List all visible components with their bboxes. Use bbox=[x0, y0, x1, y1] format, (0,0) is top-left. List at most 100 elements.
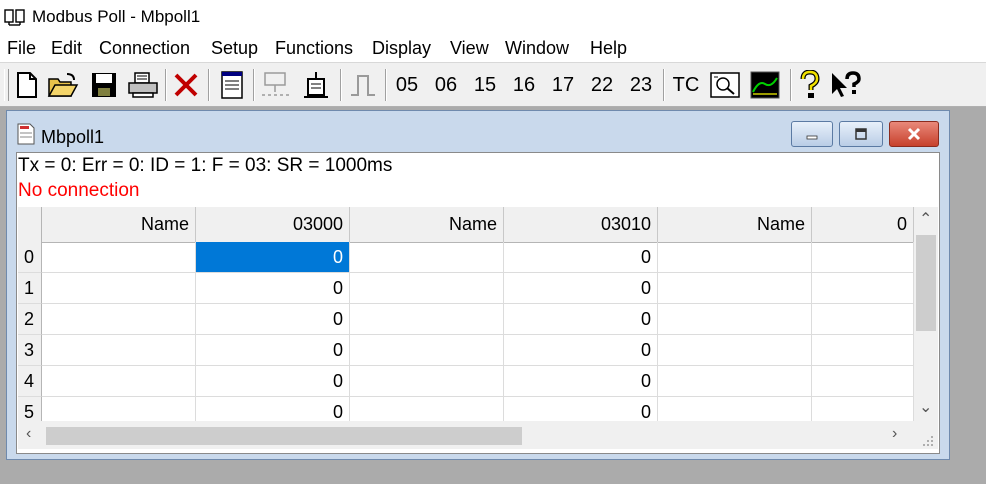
name-cell[interactable] bbox=[42, 304, 196, 335]
grid-corner-header[interactable] bbox=[18, 207, 42, 242]
function-15-button[interactable]: 15 bbox=[468, 67, 502, 103]
value-cell[interactable]: 0 bbox=[196, 304, 350, 335]
name-cell[interactable] bbox=[42, 242, 196, 273]
print-button[interactable] bbox=[126, 67, 160, 103]
value-cell[interactable] bbox=[812, 273, 914, 304]
row-header[interactable]: 3 bbox=[18, 335, 42, 366]
value-cell[interactable]: 0 bbox=[504, 335, 658, 366]
column-header-address[interactable]: 03010 bbox=[504, 207, 658, 242]
modbus-app-icon bbox=[4, 9, 25, 26]
value-cell[interactable] bbox=[812, 242, 914, 273]
value-cell[interactable]: 0 bbox=[504, 273, 658, 304]
function-05-button[interactable]: 05 bbox=[390, 67, 424, 103]
menu-window[interactable]: Window bbox=[505, 38, 569, 59]
open-button[interactable] bbox=[46, 67, 80, 103]
row-header[interactable]: 0 bbox=[18, 242, 42, 273]
question-mark-icon bbox=[800, 70, 820, 98]
value-cell[interactable] bbox=[812, 335, 914, 366]
resize-grip[interactable] bbox=[914, 421, 938, 449]
value-cell-selected[interactable]: 0 bbox=[196, 242, 350, 273]
tc-button[interactable]: TC bbox=[668, 67, 704, 103]
save-button[interactable] bbox=[88, 67, 120, 103]
menu-display[interactable]: Display bbox=[372, 38, 431, 59]
close-button[interactable] bbox=[889, 121, 939, 147]
name-cell[interactable] bbox=[658, 366, 812, 397]
single-read-button[interactable] bbox=[346, 67, 380, 103]
scroll-right-icon[interactable]: › bbox=[892, 425, 897, 443]
menu-functions[interactable]: Functions bbox=[275, 38, 353, 59]
value-cell[interactable]: 0 bbox=[196, 273, 350, 304]
horizontal-scroll-thumb[interactable] bbox=[46, 427, 522, 445]
connect-button[interactable] bbox=[258, 67, 296, 103]
function-17-button[interactable]: 17 bbox=[546, 67, 580, 103]
name-cell[interactable] bbox=[42, 366, 196, 397]
function-16-button[interactable]: 16 bbox=[507, 67, 541, 103]
name-cell[interactable] bbox=[42, 335, 196, 366]
value-cell[interactable]: 0 bbox=[504, 366, 658, 397]
name-cell[interactable] bbox=[350, 304, 504, 335]
child-title: Mbpoll1 bbox=[41, 127, 105, 147]
value-cell[interactable]: 0 bbox=[504, 242, 658, 273]
communication-traffic-button[interactable] bbox=[706, 67, 744, 103]
register-grid[interactable]: Name 03000 Name 03010 Name 0 0 0 0 1 0 0… bbox=[18, 207, 938, 452]
menu-file[interactable]: File bbox=[7, 38, 36, 59]
value-cell[interactable]: 0 bbox=[196, 366, 350, 397]
horizontal-scrollbar[interactable]: ‹ › bbox=[18, 421, 914, 449]
vertical-scroll-thumb[interactable] bbox=[916, 235, 936, 331]
table-row: 0 0 0 bbox=[18, 242, 914, 273]
name-cell[interactable] bbox=[350, 366, 504, 397]
disconnect-button[interactable] bbox=[298, 67, 334, 103]
toolbar-grip[interactable] bbox=[4, 69, 9, 101]
printer-icon bbox=[128, 72, 158, 98]
column-header-address[interactable]: 0 bbox=[812, 207, 914, 242]
value-cell[interactable]: 0 bbox=[196, 335, 350, 366]
value-cell[interactable] bbox=[812, 304, 914, 335]
vertical-scrollbar[interactable]: ⌃ ⌄ bbox=[914, 207, 938, 421]
scroll-up-icon[interactable]: ⌃ bbox=[919, 209, 932, 229]
size-grip-icon bbox=[923, 436, 933, 446]
menu-setup[interactable]: Setup bbox=[211, 38, 258, 59]
chart-button[interactable] bbox=[746, 67, 784, 103]
function-23-button[interactable]: 23 bbox=[624, 67, 658, 103]
column-header-address[interactable]: 03000 bbox=[196, 207, 350, 242]
menu-view[interactable]: View bbox=[450, 38, 489, 59]
name-cell[interactable] bbox=[658, 242, 812, 273]
name-cell[interactable] bbox=[658, 304, 812, 335]
name-cell[interactable] bbox=[658, 273, 812, 304]
connection-status: No connection bbox=[18, 180, 140, 201]
toolbar: 05 06 15 16 17 22 23 TC bbox=[0, 63, 986, 107]
context-help-button[interactable] bbox=[828, 67, 864, 103]
value-cell[interactable]: 0 bbox=[504, 304, 658, 335]
function-06-button[interactable]: 06 bbox=[429, 67, 463, 103]
row-header[interactable]: 4 bbox=[18, 366, 42, 397]
app-titlebar: Modbus Poll - Mbpoll1 bbox=[0, 0, 986, 34]
name-cell[interactable] bbox=[42, 273, 196, 304]
row-header[interactable]: 2 bbox=[18, 304, 42, 335]
new-button[interactable] bbox=[12, 67, 42, 103]
traffic-monitor-icon bbox=[710, 72, 740, 98]
column-header-name[interactable]: Name bbox=[350, 207, 504, 242]
scroll-down-icon[interactable]: ⌄ bbox=[919, 397, 932, 417]
name-cell[interactable] bbox=[350, 273, 504, 304]
maximize-button[interactable] bbox=[839, 121, 883, 147]
function-22-button[interactable]: 22 bbox=[585, 67, 619, 103]
delete-button[interactable] bbox=[170, 67, 202, 103]
window-icon bbox=[221, 71, 243, 99]
minimize-button[interactable] bbox=[791, 121, 833, 147]
minimize-icon bbox=[806, 135, 818, 140]
help-button[interactable] bbox=[795, 67, 825, 103]
pulse-icon bbox=[351, 75, 375, 96]
row-header[interactable]: 1 bbox=[18, 273, 42, 304]
column-header-name[interactable]: Name bbox=[42, 207, 196, 242]
value-cell[interactable] bbox=[812, 366, 914, 397]
scroll-left-icon[interactable]: ‹ bbox=[26, 425, 31, 443]
menu-help[interactable]: Help bbox=[590, 38, 627, 59]
menu-edit[interactable]: Edit bbox=[51, 38, 82, 59]
menu-connection[interactable]: Connection bbox=[99, 38, 190, 59]
window-button[interactable] bbox=[216, 67, 248, 103]
name-cell[interactable] bbox=[350, 242, 504, 273]
child-titlebar[interactable]: Mbpoll1 bbox=[7, 111, 949, 151]
name-cell[interactable] bbox=[350, 335, 504, 366]
column-header-name[interactable]: Name bbox=[658, 207, 812, 242]
name-cell[interactable] bbox=[658, 335, 812, 366]
